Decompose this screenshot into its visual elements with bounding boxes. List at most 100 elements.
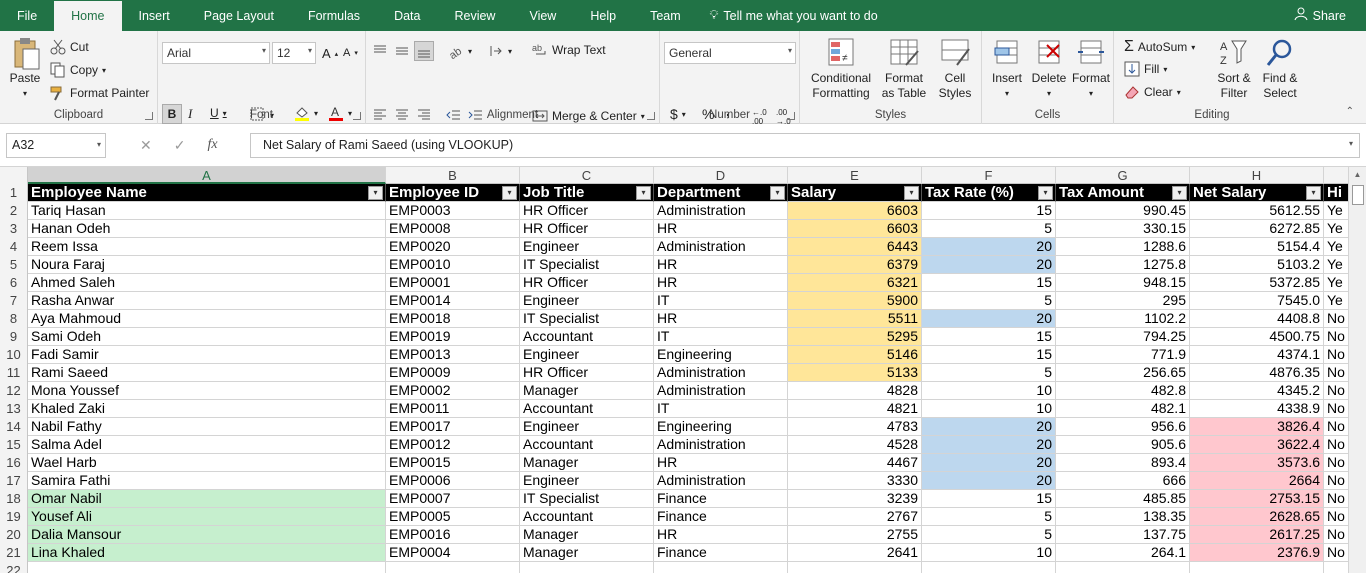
table-cell[interactable]: 138.35 xyxy=(1056,508,1190,526)
table-cell[interactable]: 5133 xyxy=(788,364,922,382)
table-cell[interactable]: 1288.6 xyxy=(1056,238,1190,256)
table-cell[interactable]: Dalia Mansour xyxy=(28,526,386,544)
table-cell[interactable]: 1102.2 xyxy=(1056,310,1190,328)
table-cell[interactable]: 4345.2 xyxy=(1190,382,1324,400)
table-cell[interactable]: 4374.1 xyxy=(1190,346,1324,364)
table-cell[interactable]: 10 xyxy=(922,400,1056,418)
filter-dropdown-icon[interactable]: ▾ xyxy=(502,186,517,200)
table-cell[interactable]: 295 xyxy=(1056,292,1190,310)
table-cell[interactable]: Nabil Fathy xyxy=(28,418,386,436)
table-cell[interactable]: 4500.75 xyxy=(1190,328,1324,346)
tab-team[interactable]: Team xyxy=(633,0,698,31)
table-cell[interactable]: 6443 xyxy=(788,238,922,256)
table-cell[interactable]: Administration xyxy=(654,382,788,400)
table-cell[interactable]: 5372.85 xyxy=(1190,274,1324,292)
table-cell[interactable]: Manager xyxy=(520,382,654,400)
row-header[interactable]: 1 xyxy=(0,184,28,202)
empty-cell[interactable] xyxy=(1190,562,1324,573)
table-cell[interactable]: 330.15 xyxy=(1056,220,1190,238)
table-cell[interactable]: 4408.8 xyxy=(1190,310,1324,328)
table-cell[interactable]: 948.15 xyxy=(1056,274,1190,292)
table-cell[interactable]: Omar Nabil xyxy=(28,490,386,508)
table-cell[interactable]: HR Officer xyxy=(520,220,654,238)
table-cell[interactable]: 15 xyxy=(922,328,1056,346)
table-cell[interactable]: 2376.9 xyxy=(1190,544,1324,562)
font-launcher[interactable] xyxy=(353,112,361,120)
column-header-b[interactable]: B xyxy=(386,167,520,184)
autosum-button[interactable]: Σ AutoSum ▾ xyxy=(1124,38,1195,56)
table-cell[interactable]: 956.6 xyxy=(1056,418,1190,436)
table-cell[interactable]: Sami Odeh xyxy=(28,328,386,346)
middle-align-button[interactable] xyxy=(394,43,410,59)
table-cell[interactable]: Tariq Hasan xyxy=(28,202,386,220)
row-header[interactable]: 5 xyxy=(0,256,28,274)
table-cell[interactable]: 485.85 xyxy=(1056,490,1190,508)
table-cell[interactable]: Administration xyxy=(654,238,788,256)
table-cell[interactable]: 5 xyxy=(922,526,1056,544)
wrap-text-button[interactable]: ab Wrap Text xyxy=(532,42,606,58)
table-cell[interactable]: HR xyxy=(654,274,788,292)
table-cell[interactable]: Manager xyxy=(520,526,654,544)
table-cell[interactable]: 5 xyxy=(922,364,1056,382)
table-cell[interactable]: Engineer xyxy=(520,238,654,256)
table-cell[interactable]: EMP0007 xyxy=(386,490,520,508)
collapse-ribbon-icon[interactable]: ⌃ xyxy=(1346,106,1354,117)
select-all-corner[interactable] xyxy=(0,167,28,184)
table-cell[interactable]: Rasha Anwar xyxy=(28,292,386,310)
table-cell[interactable]: EMP0011 xyxy=(386,400,520,418)
column-header-f[interactable]: F xyxy=(922,167,1056,184)
table-cell[interactable]: EMP0008 xyxy=(386,220,520,238)
table-cell[interactable]: 15 xyxy=(922,490,1056,508)
table-cell[interactable]: EMP0001 xyxy=(386,274,520,292)
table-cell[interactable]: EMP0020 xyxy=(386,238,520,256)
table-cell[interactable]: Samira Fathi xyxy=(28,472,386,490)
table-cell[interactable]: 3826.4 xyxy=(1190,418,1324,436)
table-cell[interactable]: HR xyxy=(654,220,788,238)
table-cell[interactable]: 20 xyxy=(922,418,1056,436)
column-header-a[interactable]: A xyxy=(28,167,386,184)
table-cell[interactable]: HR xyxy=(654,454,788,472)
table-cell[interactable]: HR Officer xyxy=(520,202,654,220)
filter-dropdown-icon[interactable]: ▾ xyxy=(1038,186,1053,200)
table-cell[interactable]: Fadi Samir xyxy=(28,346,386,364)
row-header[interactable]: 21 xyxy=(0,544,28,562)
table-cell[interactable]: 2664 xyxy=(1190,472,1324,490)
table-cell[interactable]: EMP0018 xyxy=(386,310,520,328)
table-cell[interactable]: 6603 xyxy=(788,202,922,220)
row-header[interactable]: 4 xyxy=(0,238,28,256)
table-cell[interactable]: EMP0012 xyxy=(386,436,520,454)
sort-filter-button[interactable]: AZ Sort & Filter xyxy=(1212,37,1256,101)
delete-cells-button[interactable]: Delete ▾ xyxy=(1030,37,1068,101)
table-cell[interactable]: EMP0005 xyxy=(386,508,520,526)
table-cell[interactable]: Finance xyxy=(654,508,788,526)
table-cell[interactable]: Yousef Ali xyxy=(28,508,386,526)
row-header[interactable]: 22 xyxy=(0,562,28,573)
cut-button[interactable]: Cut xyxy=(50,39,89,55)
table-cell[interactable]: EMP0013 xyxy=(386,346,520,364)
name-box[interactable]: A32 ▾ xyxy=(6,133,106,158)
table-cell[interactable]: Engineer xyxy=(520,346,654,364)
empty-cell[interactable] xyxy=(520,562,654,573)
table-cell[interactable]: Salma Adel xyxy=(28,436,386,454)
number-launcher[interactable] xyxy=(787,112,795,120)
table-cell[interactable]: EMP0006 xyxy=(386,472,520,490)
tab-data[interactable]: Data xyxy=(377,0,437,31)
table-cell[interactable]: 4821 xyxy=(788,400,922,418)
table-cell[interactable]: 5154.4 xyxy=(1190,238,1324,256)
table-cell[interactable]: Hanan Odeh xyxy=(28,220,386,238)
decrease-font-button[interactable]: A ▾ xyxy=(343,47,358,59)
table-cell[interactable]: 4828 xyxy=(788,382,922,400)
row-header[interactable]: 18 xyxy=(0,490,28,508)
table-cell[interactable]: 2641 xyxy=(788,544,922,562)
filter-dropdown-icon[interactable]: ▾ xyxy=(636,186,651,200)
table-cell[interactable]: IT Specialist xyxy=(520,490,654,508)
row-header[interactable]: 2 xyxy=(0,202,28,220)
table-cell[interactable]: EMP0016 xyxy=(386,526,520,544)
text-direction-button[interactable]: ▾ xyxy=(488,43,512,59)
insert-cells-button[interactable]: Insert ▾ xyxy=(988,37,1026,101)
table-cell[interactable]: Manager xyxy=(520,544,654,562)
table-cell[interactable]: Aya Mahmoud xyxy=(28,310,386,328)
table-cell[interactable]: 4783 xyxy=(788,418,922,436)
table-cell[interactable]: 5146 xyxy=(788,346,922,364)
row-header[interactable]: 10 xyxy=(0,346,28,364)
